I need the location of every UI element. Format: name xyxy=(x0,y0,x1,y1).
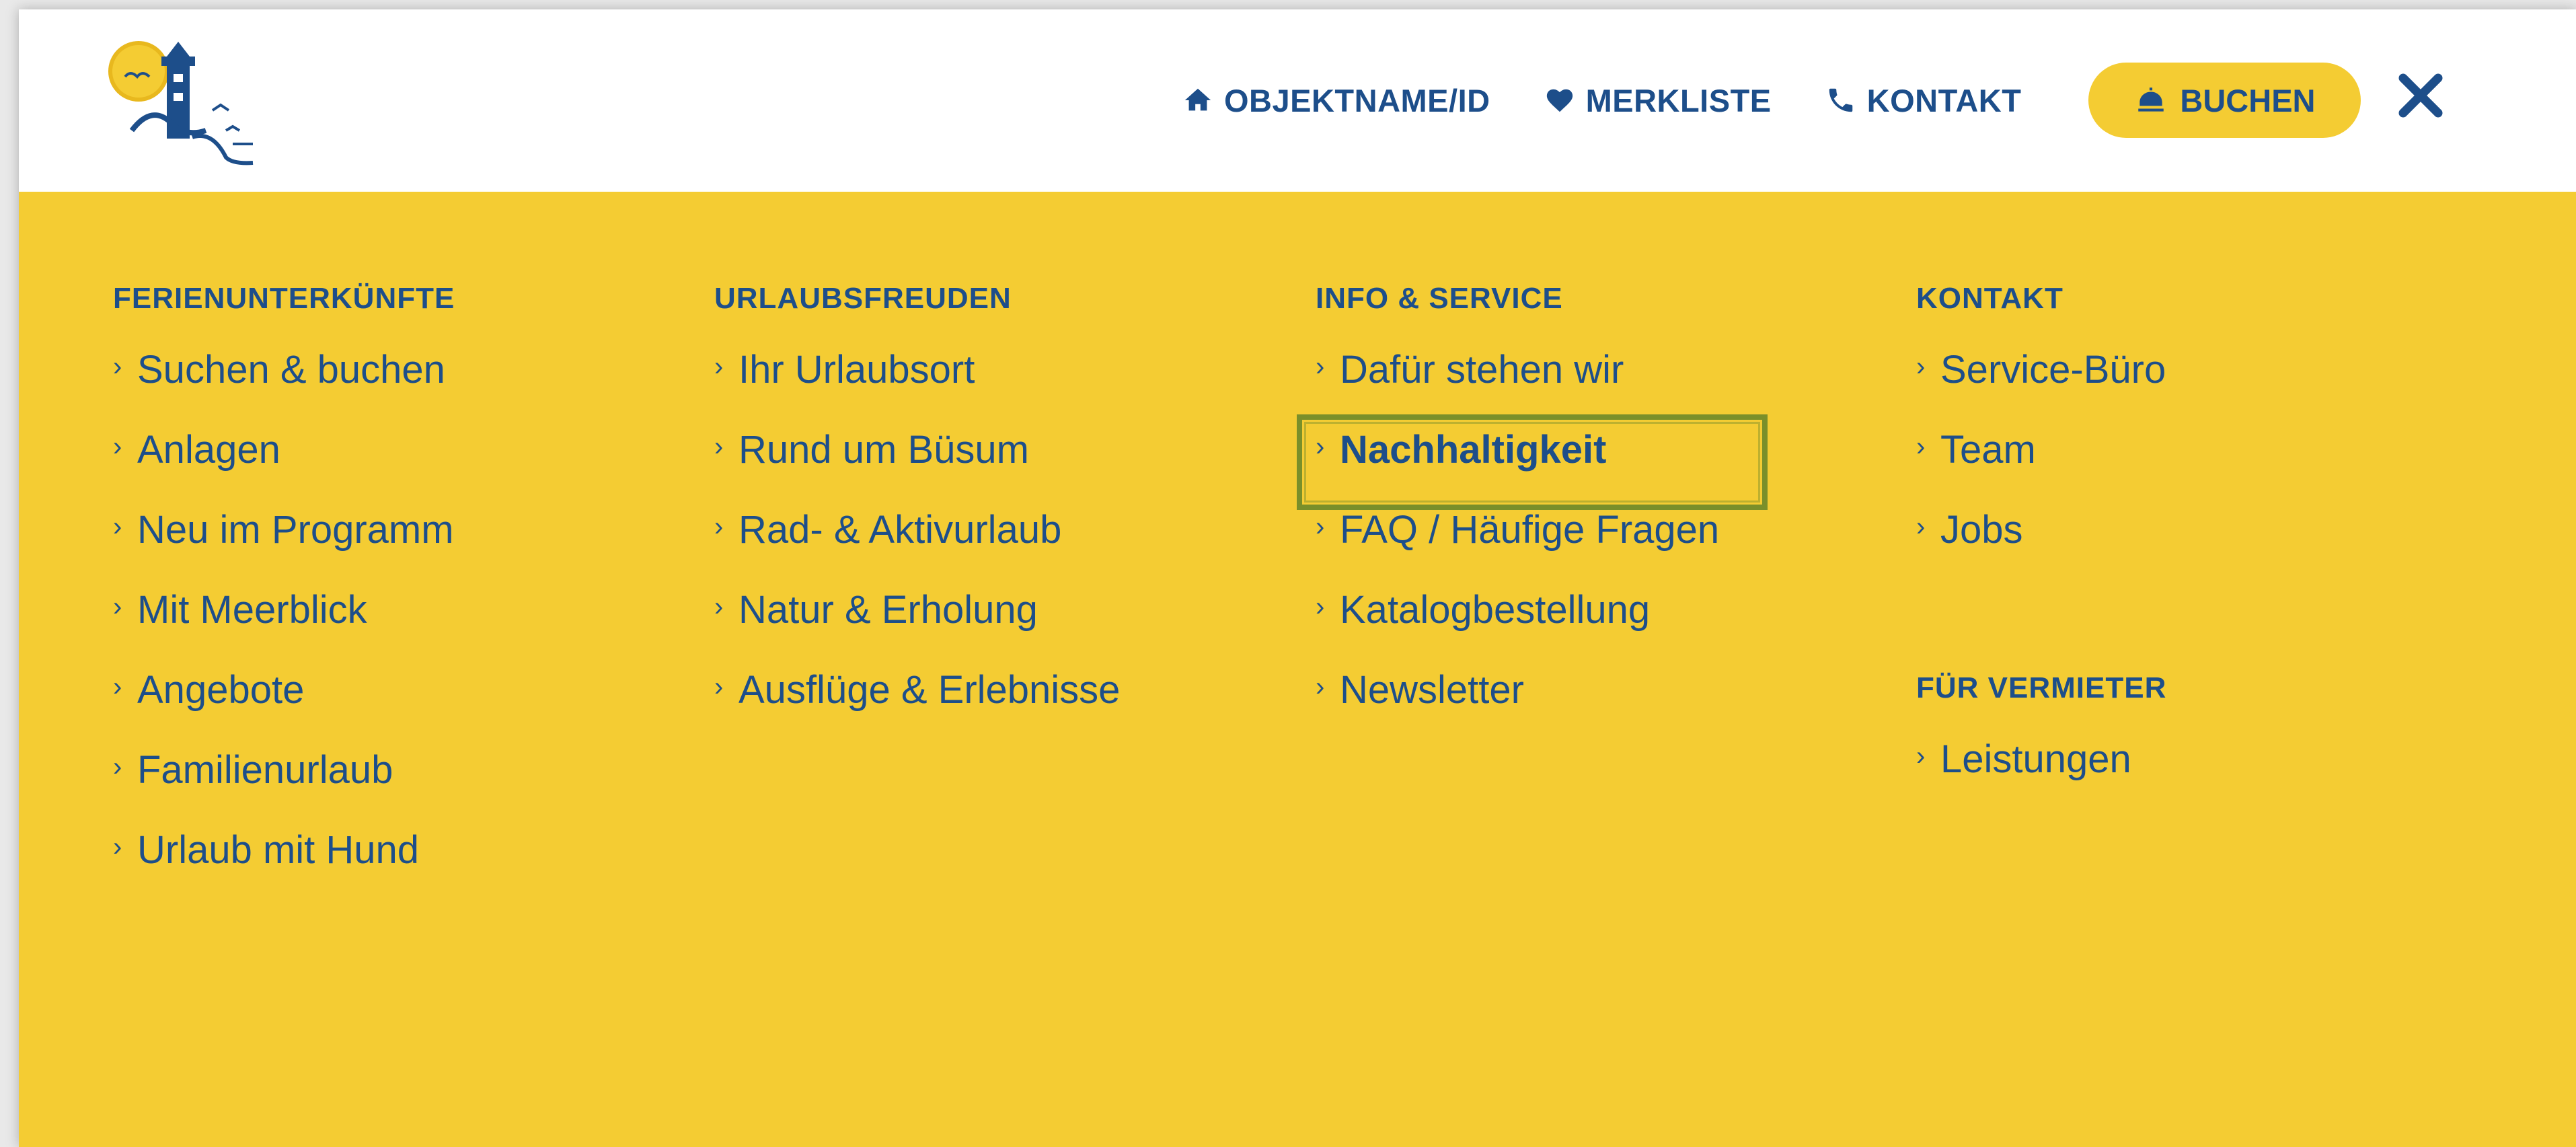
menu-overlay: Objektname/ID Merkliste Kontakt Buchen xyxy=(19,9,2576,1147)
service-bell-icon xyxy=(2138,87,2164,112)
menu-item[interactable]: › Ihr Urlaubsort xyxy=(714,348,1266,429)
menu-item[interactable]: › Service-Büro xyxy=(1916,348,2468,429)
menu-column-urlaubsfreuden: Urlaubsfreuden › Ihr Urlaubsort › Rund um … xyxy=(714,275,1266,749)
chevron-right-icon: › xyxy=(1916,352,1926,381)
menu-item[interactable]: › Newsletter xyxy=(1316,668,1867,749)
column-heading: Kontakt xyxy=(1916,282,2063,315)
focus-highlight-frame xyxy=(1297,414,1768,510)
chevron-right-icon: › xyxy=(113,432,122,461)
menu-item[interactable]: › Neu im Programm xyxy=(113,508,665,589)
column-heading-vermieter: Für Vermieter xyxy=(1916,671,2167,704)
nav-objektname-label: Objektname/ID xyxy=(1224,82,1490,118)
menu-item[interactable]: › Team xyxy=(1916,428,2468,509)
menu-list: › Service-Büro › Team › Jobs xyxy=(1916,348,2468,589)
chevron-right-icon: › xyxy=(1916,512,1926,542)
chevron-right-icon: › xyxy=(714,512,724,542)
chevron-right-icon: › xyxy=(113,512,122,542)
home-icon xyxy=(1184,88,1211,111)
menu-item[interactable]: › Familienurlaub xyxy=(113,748,665,829)
header-bar: Objektname/ID Merkliste Kontakt Buchen xyxy=(19,9,2576,192)
chevron-right-icon: › xyxy=(113,672,122,702)
nav-merkliste[interactable]: Merkliste xyxy=(1544,82,1772,119)
menu-item[interactable]: › Rund um Büsum xyxy=(714,428,1266,509)
menu-item[interactable]: › Natur & Erholung xyxy=(714,588,1266,669)
chevron-right-icon: › xyxy=(113,752,122,782)
menu-list: › Suchen & buchen › Anlagen › Neu im Progra… xyxy=(113,348,665,910)
menu-list: › Leistungen xyxy=(1916,737,2468,819)
menu-list: › Ihr Urlaubsort › Rund um Büsum › Rad- & A… xyxy=(714,348,1266,749)
chevron-right-icon: › xyxy=(1316,352,1325,381)
menu-item[interactable]: › FAQ / Häufige Fragen xyxy=(1316,508,1867,589)
menu-column-kontakt: Kontakt › Service-Büro › Team › Jobs Für Ve… xyxy=(1916,275,2468,819)
book-button-label: Buchen xyxy=(2180,82,2316,118)
heart-icon xyxy=(1546,89,1573,112)
chevron-right-icon: › xyxy=(714,432,724,461)
phone-icon xyxy=(1829,88,1852,112)
book-button[interactable]: Buchen xyxy=(2088,63,2361,138)
menu-item-active[interactable]: › Nachhaltigkeit xyxy=(1297,414,1867,510)
menu-list: › Dafür stehen wir › Nachhaltigkeit › FAQ /… xyxy=(1297,348,1867,749)
chevron-right-icon: › xyxy=(714,672,724,702)
menu-item[interactable]: › Suchen & buchen xyxy=(113,348,665,429)
chevron-right-icon: › xyxy=(113,592,122,622)
nav-merkliste-label: Merkliste xyxy=(1585,82,1772,118)
menu-item[interactable]: › Anlagen xyxy=(113,428,665,509)
menu-column-ferienunterkuenfte: Ferienunterkünfte › Suchen & buchen › Anla… xyxy=(113,275,665,910)
menu-item[interactable]: › Rad- & Aktivurlaub xyxy=(714,508,1266,589)
menu-item[interactable]: › Urlaub mit Hund xyxy=(113,828,665,910)
column-heading: Urlaubsfreuden xyxy=(714,282,1012,315)
chevron-right-icon: › xyxy=(1316,672,1325,702)
lighthouse-logo[interactable] xyxy=(91,36,266,171)
chevron-right-icon: › xyxy=(1316,592,1325,622)
chevron-right-icon: › xyxy=(113,352,122,381)
column-heading: Info & Service xyxy=(1316,282,1563,315)
chevron-right-icon: › xyxy=(714,352,724,381)
menu-item[interactable]: › Angebote xyxy=(113,668,665,749)
chevron-right-icon: › xyxy=(714,592,724,622)
menu-item[interactable]: › Jobs xyxy=(1916,508,2468,589)
close-icon xyxy=(2398,73,2443,118)
chevron-right-icon: › xyxy=(1316,512,1325,542)
menu-item[interactable]: › Ausflüge & Erlebnisse xyxy=(714,668,1266,749)
menu-item[interactable]: › Katalogbestellung xyxy=(1316,588,1867,669)
menu-item[interactable]: › Mit Meerblick xyxy=(113,588,665,669)
nav-objektname[interactable]: Objektname/ID xyxy=(1182,82,1490,119)
menu-column-info-service: Info & Service › Dafür stehen wir › Nachha… xyxy=(1297,275,1867,749)
column-heading: Ferienunterkünfte xyxy=(113,282,455,315)
chevron-right-icon: › xyxy=(1916,432,1926,461)
chevron-right-icon: › xyxy=(113,832,122,862)
chevron-right-icon: › xyxy=(1916,741,1926,771)
nav-kontakt[interactable]: Kontakt xyxy=(1825,82,2022,119)
close-menu-button[interactable] xyxy=(2396,71,2445,120)
nav-kontakt-label: Kontakt xyxy=(1866,82,2022,118)
top-navigation: Objektname/ID Merkliste Kontakt Buchen xyxy=(1182,63,2361,138)
menu-item[interactable]: › Leistungen xyxy=(1916,737,2468,819)
